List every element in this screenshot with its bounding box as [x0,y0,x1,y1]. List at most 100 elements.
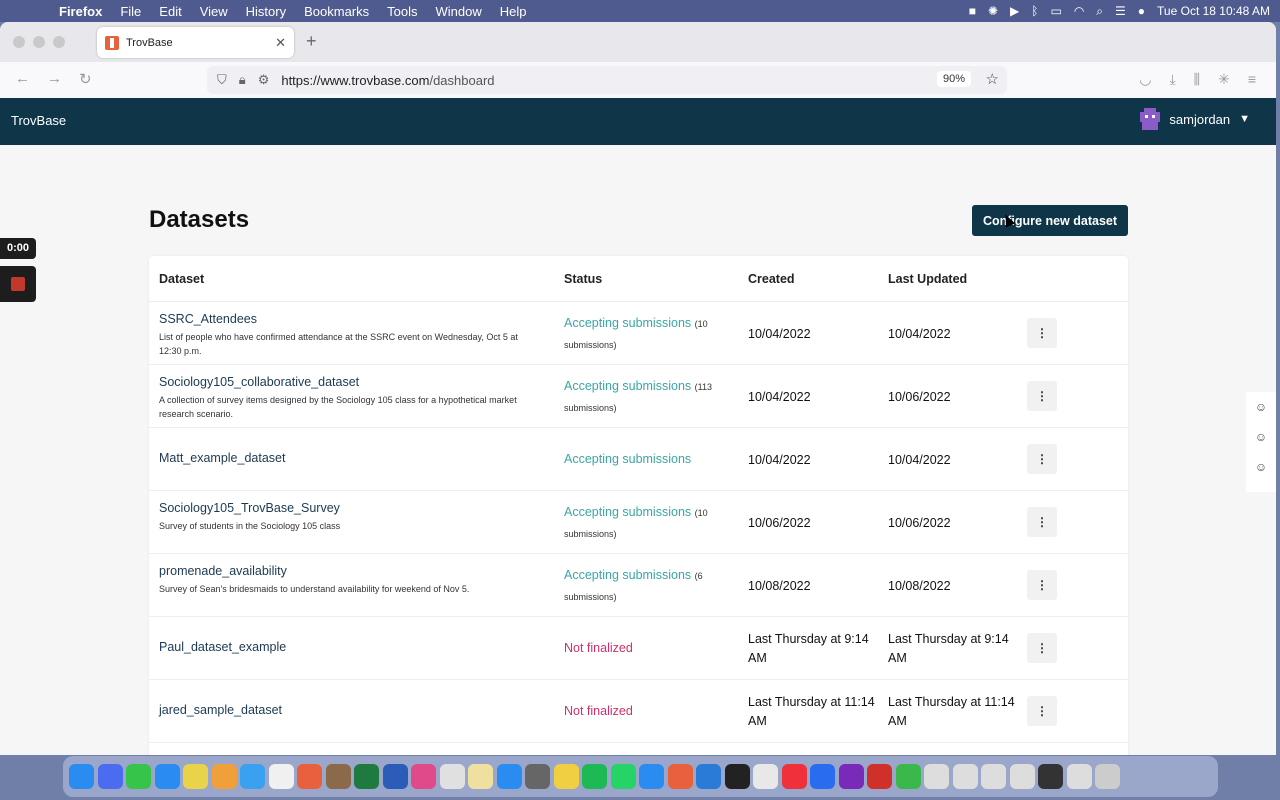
minimize-window-button[interactable] [33,36,45,48]
menu-bookmarks[interactable]: Bookmarks [295,4,378,19]
play-icon[interactable]: ▶ [1010,4,1019,18]
permissions-icon[interactable]: ⚙ [258,72,270,88]
browser-tab[interactable]: TrovBase ✕ [97,27,294,58]
row-actions-button[interactable]: ⋮ [1027,381,1057,411]
dock-app-icon[interactable] [126,764,151,789]
dock-app-icon[interactable] [1095,764,1120,789]
dataset-name-link[interactable]: Paul_dataset_example [159,640,539,654]
header-last-updated[interactable]: Last Updated [888,272,967,286]
menubar-clock[interactable]: Tue Oct 18 10:48 AM [1157,4,1270,18]
dock-app-icon[interactable] [753,764,778,789]
smile-icon[interactable]: ☺ [1255,430,1267,444]
url-bar[interactable]: ⛉ 🔒︎ ⚙ https://www.trovbase.com/dashboar… [207,66,1007,94]
smile-icon[interactable]: ☺ [1255,460,1267,474]
table-row[interactable]: jared_sample_dataset Not finalized Last Th… [149,680,1128,743]
dock-app-icon[interactable] [696,764,721,789]
battery-icon[interactable]: ▭ [1050,4,1061,18]
row-actions-button[interactable]: ⋮ [1027,507,1057,537]
dock-app-icon[interactable] [382,764,408,789]
zoom-status-icon[interactable]: ■ [969,4,976,18]
dock-app-icon[interactable] [981,764,1006,789]
zoom-level-button[interactable]: 90% [936,71,971,87]
menu-window[interactable]: Window [427,4,491,19]
dock-app-icon[interactable] [838,764,864,789]
menu-history[interactable]: History [237,4,295,19]
table-row[interactable]: SSRC_Attendees List of people who have co… [149,302,1128,365]
dock-app-icon[interactable] [240,764,265,789]
dataset-name-link[interactable]: promenade_availability [159,564,539,578]
wifi-icon[interactable]: ◠ [1074,4,1084,18]
dock-app-icon[interactable] [268,764,294,789]
table-row[interactable]: promenade_availability Survey of Sean's b… [149,554,1128,617]
control-center-icon[interactable]: ☰ [1115,4,1126,18]
table-row[interactable]: Sociology105_TrovBase_Survey Survey of st… [149,491,1128,554]
dock-app-icon[interactable] [610,764,636,789]
pocket-icon[interactable]: ◡ [1139,71,1151,88]
dock-app-icon[interactable] [895,764,921,789]
dock-app-icon[interactable] [211,764,237,789]
bluetooth-icon[interactable]: ᛒ [1031,4,1038,18]
dataset-name-link[interactable]: Matt_example_dataset [159,451,539,465]
dock-app-icon[interactable] [867,764,892,789]
menu-app-name[interactable]: Firefox [50,4,111,19]
dock-app-icon[interactable] [411,764,436,789]
back-icon[interactable]: ← [15,70,30,87]
reload-icon[interactable]: ↻ [79,70,92,88]
dock-app-icon[interactable] [439,764,465,789]
user-menu[interactable]: samjordan ▼ [1140,108,1250,130]
dock-app-icon[interactable] [810,764,835,789]
bookmark-star-icon[interactable]: ☆ [986,70,999,88]
library-icon[interactable]: ⫼ [1194,71,1200,88]
dock-app-icon[interactable] [724,764,750,789]
table-row[interactable]: Sociology105_collaborative_dataset A coll… [149,365,1128,428]
header-created[interactable]: Created [748,272,795,286]
new-tab-icon[interactable]: + [306,31,317,52]
spotlight-search-icon[interactable]: ⌕ [1096,4,1103,19]
dock-app-icon[interactable] [582,764,607,789]
dock-app-icon[interactable] [297,764,322,789]
dataset-name-link[interactable]: Sociology105_collaborative_dataset [159,375,539,389]
dock-app-icon[interactable] [553,764,579,789]
row-actions-button[interactable]: ⋮ [1027,633,1057,663]
dataset-name-link[interactable]: Sociology105_TrovBase_Survey [159,501,539,515]
dock-app-icon[interactable] [69,764,94,789]
downloads-icon[interactable]: ⤓ [1169,71,1175,88]
dock-app-icon[interactable] [952,764,978,789]
smile-icon[interactable]: ☺ [1255,400,1267,414]
header-status[interactable]: Status [564,272,602,286]
configure-new-dataset-button[interactable]: Configure new dataset [972,205,1128,236]
extension-icon[interactable]: ✳ [1218,71,1230,88]
dock-app-icon[interactable] [924,764,949,789]
menu-file[interactable]: File [111,4,150,19]
dock-app-icon[interactable] [468,764,493,789]
dock-app-icon[interactable] [325,764,351,789]
dock-app-icon[interactable] [525,764,550,789]
menu-tools[interactable]: Tools [378,4,426,19]
header-dataset[interactable]: Dataset [159,272,204,286]
row-actions-button[interactable]: ⋮ [1027,318,1057,348]
siri-icon[interactable]: ● [1138,4,1145,18]
dock-app-icon[interactable] [183,764,208,789]
brand-logo-text[interactable]: TrovBase [11,113,66,128]
close-tab-icon[interactable]: ✕ [275,35,286,51]
dock-app-icon[interactable] [667,764,693,789]
hamburger-menu-icon[interactable]: ≡ [1248,71,1256,88]
dock-app-icon[interactable] [1038,764,1063,789]
dock-app-icon[interactable] [97,764,123,789]
row-actions-button[interactable]: ⋮ [1027,444,1057,474]
table-row[interactable]: blake_example_datasetNot finalizedLast T… [149,743,1128,755]
stop-recording-button[interactable] [0,266,36,302]
maximize-window-button[interactable] [53,36,65,48]
dataset-name-link[interactable]: jared_sample_dataset [159,703,539,717]
menu-edit[interactable]: Edit [150,4,190,19]
dataset-name-link[interactable]: SSRC_Attendees [159,312,539,326]
menu-help[interactable]: Help [491,4,536,19]
row-actions-button[interactable]: ⋮ [1027,570,1057,600]
dock-app-icon[interactable] [154,764,180,789]
dock-app-icon[interactable] [639,764,664,789]
row-actions-button[interactable]: ⋮ [1027,696,1057,726]
menu-view[interactable]: View [191,4,237,19]
dock-app-icon[interactable] [354,764,379,789]
close-window-button[interactable] [13,36,25,48]
brightness-icon[interactable]: ✺ [988,4,998,18]
